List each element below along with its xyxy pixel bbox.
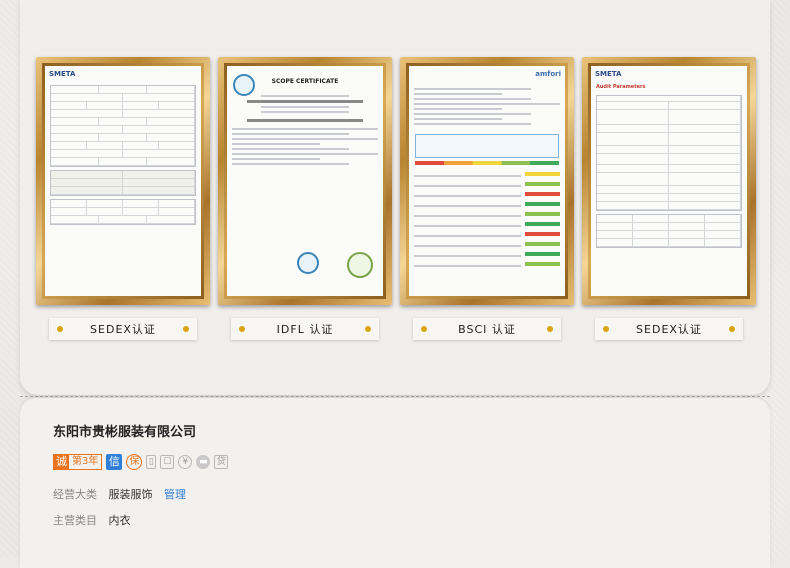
certificate-document: SMETA xyxy=(45,66,201,296)
phone-icon[interactable]: ▯ xyxy=(146,455,157,469)
bullet-icon xyxy=(182,326,189,332)
certificate-document: SCOPE CERTIFICATE xyxy=(227,66,383,296)
certificate-idfl[interactable]: SCOPE CERTIFICATE xyxy=(218,57,392,305)
cert-label-idfl: IDFL 认证 xyxy=(231,318,379,340)
cert-label-sedex-2: SEDEX认证 xyxy=(595,318,743,340)
seal-icon xyxy=(233,74,255,96)
cert-label-sedex-1: SEDEX认证 xyxy=(49,318,197,340)
company-name[interactable]: 东阳市贵彬服装有限公司 xyxy=(53,421,196,440)
loan-icon[interactable]: 贷 xyxy=(214,455,229,469)
certificate-document: SMETA Audit Parameters xyxy=(591,66,747,296)
cert-icon[interactable]: ☐ xyxy=(160,455,175,469)
recycled-logo-icon xyxy=(347,252,373,278)
doc-brand: SMETA xyxy=(595,70,622,78)
certificate-sedex-1[interactable]: SMETA xyxy=(36,57,210,305)
category-row: 主营类目 内衣 xyxy=(53,514,131,527)
guarantee-badge[interactable]: 保 xyxy=(126,454,143,470)
certificate-bsci[interactable]: amfori xyxy=(400,57,574,305)
seal-icon xyxy=(297,252,319,274)
certificate-document: amfori xyxy=(409,66,565,296)
dashed-divider xyxy=(20,396,770,397)
manage-link[interactable]: 管理 xyxy=(164,488,186,501)
yuan-icon[interactable]: ¥ xyxy=(178,455,193,469)
bullet-icon xyxy=(603,326,609,332)
bullet-icon xyxy=(546,326,553,332)
bullet-icon xyxy=(364,326,371,332)
company-badges: 诚 第3年 信 保 ▯ ☐ ¥ ▬ 贷 xyxy=(53,454,229,470)
credit-badge[interactable]: 信 xyxy=(106,454,123,470)
message-icon[interactable]: ▬ xyxy=(196,455,211,469)
doc-title: Audit Parameters xyxy=(596,84,646,90)
cert-label-bsci: BSCI 认证 xyxy=(413,318,561,340)
doc-brand: amfori xyxy=(535,70,561,78)
doc-brand: SMETA xyxy=(49,70,76,78)
bullet-icon xyxy=(57,326,63,332)
business-row: 经营大类 服装服饰 管理 xyxy=(53,488,186,501)
bullet-icon xyxy=(421,326,427,332)
integrity-years-badge[interactable]: 诚 第3年 xyxy=(53,454,103,470)
bullet-icon xyxy=(728,326,735,332)
bullet-icon xyxy=(239,326,245,332)
certificate-sedex-2[interactable]: SMETA Audit Parameters xyxy=(582,57,756,305)
